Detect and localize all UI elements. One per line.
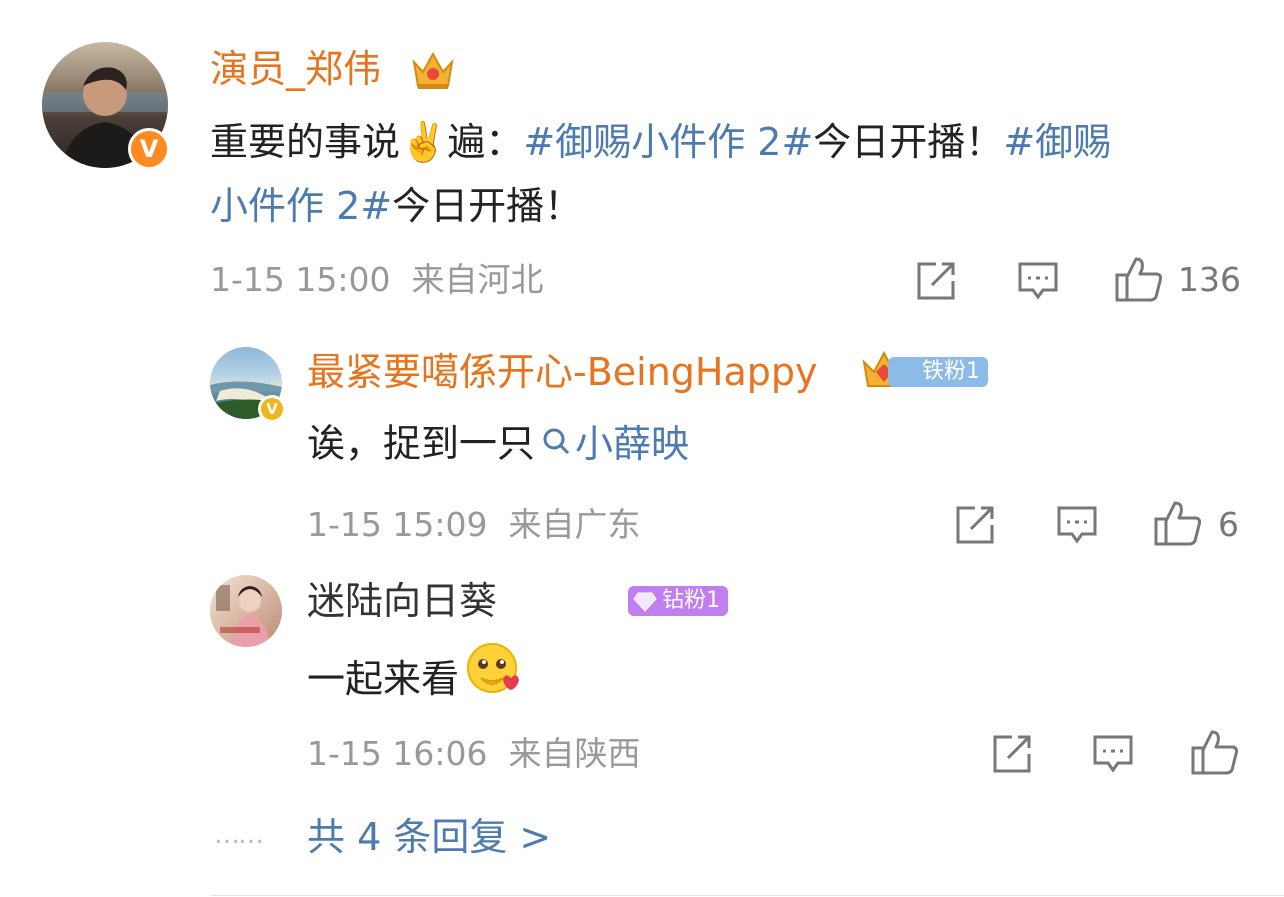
fan-badge: 钻粉1 <box>628 586 729 616</box>
topic-link[interactable]: #御赐 <box>1003 120 1111 164</box>
fan-badge-label: 钻粉1 <box>662 588 721 613</box>
post-text-part: 重要的事说 <box>210 120 401 164</box>
drama-poster-photo <box>216 585 270 647</box>
diamond-icon <box>633 589 657 622</box>
mention-link[interactable]: 小薛映 <box>535 422 689 466</box>
victory-hand-icon: ✌️ <box>400 120 448 164</box>
reply-text: 诶，捉到一只 小薛映 <box>307 411 689 481</box>
thumbs-up-icon <box>1115 257 1163 302</box>
post-location: 来自河北 <box>411 260 544 299</box>
reply-username[interactable]: 迷陆向日葵 <box>307 578 497 624</box>
reply-username[interactable]: 最紧要噶係开心-BeingHappy <box>307 349 818 395</box>
share-button[interactable] <box>953 503 997 547</box>
fan-badge: 铁粉1 <box>888 357 988 387</box>
comment-icon <box>1093 735 1133 773</box>
divider <box>210 895 1284 896</box>
crown-icon <box>410 48 456 92</box>
share-button[interactable] <box>990 732 1034 776</box>
topic-link-continued[interactable]: 小件作 2# <box>210 184 392 228</box>
comment-button[interactable] <box>1016 259 1060 303</box>
thumbs-up-icon <box>1154 501 1202 546</box>
verified-badge-icon: V <box>258 395 286 423</box>
post-text-part: 今日开播！ <box>392 184 583 228</box>
reply-text-part: 一起来看 <box>307 657 460 701</box>
post-text: 重要的事说✌️遍：#御赐小件作 2#今日开播！#御赐 小件作 2#今日开播！ <box>210 110 1250 238</box>
more-replies-link[interactable]: 共 4 条回复 > <box>307 813 551 861</box>
share-icon <box>956 506 994 544</box>
share-button[interactable] <box>914 259 958 303</box>
post-time: 1-15 15:00 <box>210 260 391 299</box>
verified-badge-icon: V <box>128 128 170 170</box>
reply-location: 来自广东 <box>508 505 641 544</box>
topic-link[interactable]: #御赐小件作 2# <box>523 120 813 164</box>
comment-button[interactable] <box>1091 732 1135 776</box>
post-text-part: 遍： <box>447 120 524 164</box>
reply-location: 来自陕西 <box>508 734 641 773</box>
more-dots: …… <box>214 820 264 850</box>
reply-time: 1-15 16:06 <box>307 734 488 773</box>
search-icon <box>541 411 571 475</box>
reply-avatar[interactable] <box>210 575 282 647</box>
post-like-count: 136 <box>1178 260 1241 299</box>
comment-icon <box>1057 506 1097 544</box>
reply-meta: 1-15 16:06 来自陕西 <box>307 734 640 774</box>
post-text-part: 今日开播！ <box>813 120 1004 164</box>
thumbs-up-icon <box>1191 730 1239 775</box>
like-button[interactable] <box>1114 255 1164 303</box>
comment-button[interactable] <box>1055 503 1099 547</box>
reply-time: 1-15 15:09 <box>307 505 488 544</box>
reply-like-count: 6 <box>1218 505 1239 544</box>
like-button[interactable] <box>1190 728 1240 776</box>
share-icon <box>917 262 955 300</box>
post-username[interactable]: 演员_郑伟 <box>210 46 381 92</box>
comment-icon <box>1018 262 1058 300</box>
blushing-emoji-icon <box>465 640 521 715</box>
reply-meta: 1-15 15:09 来自广东 <box>307 505 640 545</box>
fan-badge-label: 铁粉1 <box>922 359 980 384</box>
like-button[interactable] <box>1153 499 1203 547</box>
reply-text-part: 诶，捉到一只 <box>307 421 536 466</box>
share-icon <box>993 735 1031 773</box>
reply-text: 一起来看 <box>307 640 521 723</box>
post-meta: 1-15 15:00 来自河北 <box>210 260 543 300</box>
mention-label: 小薛映 <box>575 421 690 466</box>
